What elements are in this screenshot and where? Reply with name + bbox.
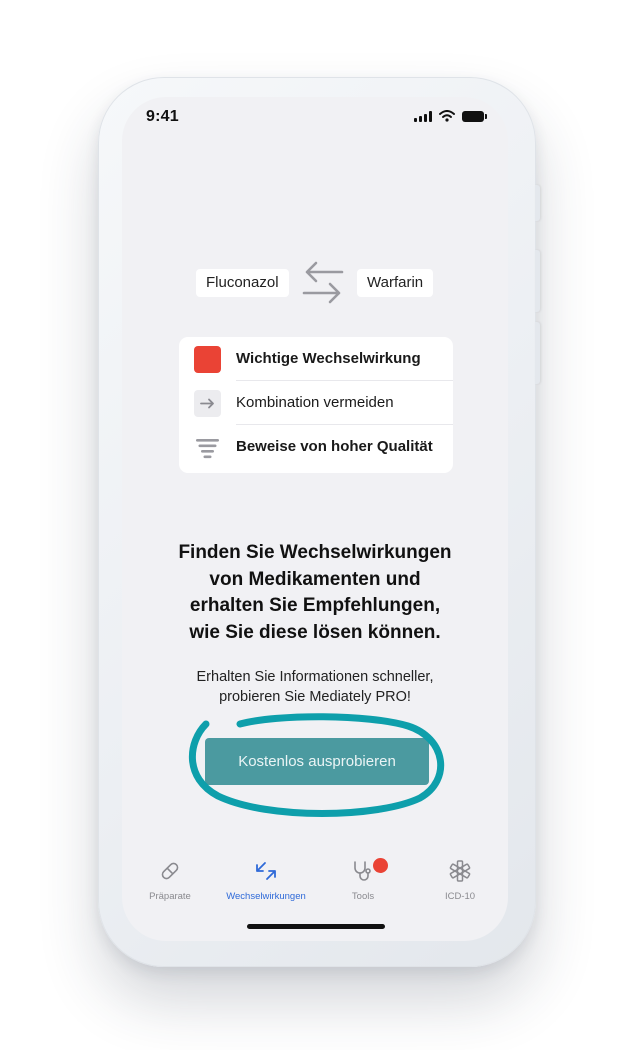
pill-icon — [161, 862, 179, 880]
recommendation-label: Kombination vermeiden — [236, 394, 394, 411]
interaction-info-card[interactable]: Wichtige Wechselwirkung Kombination verm… — [179, 337, 453, 473]
tab-label: ICD-10 — [444, 891, 476, 902]
arrows-swap-icon — [302, 261, 344, 304]
battery-icon — [462, 110, 487, 122]
severity-label: Wichtige Wechselwirkung — [236, 350, 421, 367]
tab-praeparate[interactable]: Präparate — [122, 855, 218, 907]
severity-row: Wichtige Wechselwirkung — [179, 337, 453, 381]
tab-label: Wechselwirkungen — [226, 891, 306, 902]
headline-line: wie Sie diese lösen können. — [189, 621, 441, 643]
home-indicator[interactable] — [247, 924, 385, 929]
interaction-arrows-icon — [256, 862, 276, 880]
drug-chip-left[interactable]: Fluconazol — [196, 269, 289, 297]
tab-tools[interactable]: Tools — [315, 855, 411, 907]
side-button — [535, 250, 540, 312]
signal-icon — [414, 110, 432, 122]
asterisk-icon — [449, 860, 471, 882]
headline-line: Finden Sie Wechselwirkungen — [178, 542, 452, 563]
recommendation-row: Kombination vermeiden — [179, 381, 453, 425]
stethoscope-icon — [354, 861, 371, 881]
try-free-button[interactable]: Kostenlos ausprobieren — [205, 738, 429, 785]
wifi-icon — [439, 110, 455, 122]
app-screen: 9:41 Fluconazol Warfarin Wichtige Wechse… — [122, 97, 508, 941]
evidence-bars-icon — [194, 434, 221, 461]
subline-line: probieren Sie Mediately PRO! — [219, 689, 411, 705]
headline-line: von Medikamenten und — [209, 568, 421, 590]
promo-subline: Erhalten Sie Informationen schneller, pr… — [152, 667, 478, 707]
evidence-row: Beweise von hoher Qualität — [179, 425, 453, 469]
evidence-label: Beweise von hoher Qualität — [236, 438, 433, 455]
headline-line: erhalten Sie Empfehlungen, — [189, 595, 441, 616]
status-time: 9:41 — [146, 108, 179, 125]
tab-label: Präparate — [149, 891, 191, 902]
status-icons — [414, 110, 487, 122]
notification-badge — [373, 858, 388, 873]
tab-bar: Präparate Wechselwirkungen Tools ICD-10 — [122, 855, 508, 907]
drug-chip-right[interactable]: Warfarin — [357, 269, 434, 297]
tab-label: Tools — [351, 891, 375, 902]
tab-wechselwirkungen[interactable]: Wechselwirkungen — [218, 855, 314, 907]
side-button — [535, 185, 540, 221]
red-square-icon — [194, 346, 221, 373]
subline-line: Erhalten Sie Informationen schneller, — [196, 669, 434, 685]
side-button — [535, 322, 540, 384]
arrow-right-icon — [194, 390, 221, 417]
tab-icd10[interactable]: ICD-10 — [412, 855, 508, 907]
promo-headline: Finden Sie Wechselwirkungen von Medikame… — [152, 540, 478, 646]
